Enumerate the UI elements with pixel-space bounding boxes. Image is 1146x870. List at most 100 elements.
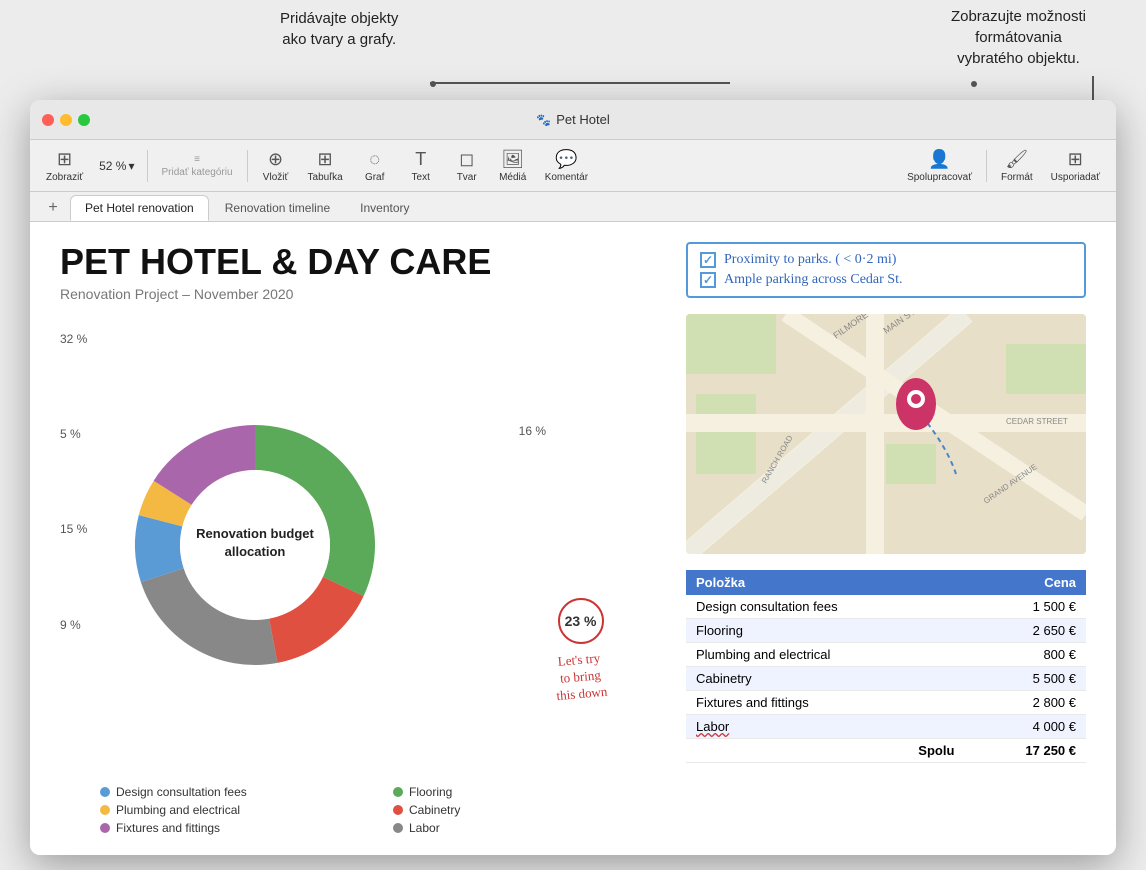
table-cell-price: 1 500 €: [964, 595, 1086, 619]
add-category-button[interactable]: ≡ Pridať kategóriu: [154, 150, 241, 182]
table-button[interactable]: ⊞ Tabuľka: [300, 145, 351, 187]
chart-label-15: 15 %: [60, 522, 87, 536]
window-title: 🐾 Pet Hotel: [536, 112, 609, 127]
checkmark-1: ✓: [703, 253, 713, 268]
legend-dot-cabinetry: [393, 805, 403, 815]
table-header-price: Cena: [964, 570, 1086, 595]
view-button[interactable]: ⊞ Zobraziť: [38, 145, 91, 187]
comment-button[interactable]: 💬 Komentár: [537, 145, 596, 187]
checkbox-2[interactable]: ✓: [700, 272, 716, 288]
table-cell-item: Flooring: [686, 619, 964, 643]
chart-label-16: 16 %: [519, 422, 546, 440]
media-button[interactable]: 🖼 Médiá: [491, 145, 535, 187]
right-panel: ✓ Proximity to parks. ( < 0·2 mi) ✓ Ampl…: [686, 242, 1086, 835]
chart-23-annotation: 23 % Let's tryto bringthis down: [555, 598, 606, 703]
insert-icon: ⊕: [268, 149, 283, 170]
chevron-down-icon: ▾: [128, 159, 134, 173]
titlebar: 🐾 Pet Hotel: [30, 100, 1116, 140]
legend-item-fixtures: Fixtures and fittings: [100, 821, 373, 835]
chart-area: 32 % 5 % 15 % 9 %: [60, 322, 666, 773]
collaborate-icon: 👤: [928, 149, 950, 170]
table-cell-item: Cabinetry: [686, 667, 964, 691]
organize-icon: ⊞: [1068, 149, 1083, 170]
donut-chart: Renovation budget allocation: [100, 390, 410, 705]
tab-pet-hotel-renovation[interactable]: Pet Hotel renovation: [70, 195, 209, 221]
annotation-center: Pridávajte objektyako tvary a grafy.: [280, 8, 398, 50]
svg-text:Renovation budget: Renovation budget: [196, 526, 314, 541]
document-subtitle: Renovation Project – November 2020: [60, 286, 666, 302]
legend-dot-fixtures: [100, 823, 110, 833]
insert-button[interactable]: ⊕ Vložiť: [254, 145, 298, 187]
zoom-control[interactable]: 52 % ▾: [93, 155, 140, 177]
organize-button[interactable]: ⊞ Usporiadať: [1043, 145, 1108, 187]
toolbar-separator-2: [247, 150, 248, 182]
table-total-value: 17 250 €: [964, 739, 1086, 763]
view-icon: ⊞: [57, 149, 72, 170]
table-row: Labor4 000 €: [686, 715, 1086, 739]
table-row: Design consultation fees1 500 €: [686, 595, 1086, 619]
format-icon: 🖌: [1005, 149, 1028, 170]
table-icon: ⊞: [318, 149, 333, 170]
table-total-label: Spolu: [686, 739, 964, 763]
table-cell-item: Design consultation fees: [686, 595, 964, 619]
chart-button[interactable]: ◌ Graf: [353, 145, 397, 187]
close-button[interactable]: [42, 114, 54, 126]
minimize-button[interactable]: [60, 114, 72, 126]
table-cell-price: 800 €: [964, 643, 1086, 667]
legend-item-design: Design consultation fees: [100, 785, 373, 799]
legend-dot-labor: [393, 823, 403, 833]
table-cell-item: Labor: [686, 715, 964, 739]
tab-renovation-timeline[interactable]: Renovation timeline: [211, 195, 344, 221]
table-row: Cabinetry5 500 €: [686, 667, 1086, 691]
document-title: PET HOTEL & DAY CARE: [60, 242, 666, 282]
table-row: Fixtures and fittings2 800 €: [686, 691, 1086, 715]
main-content: PET HOTEL & DAY CARE Renovation Project …: [30, 222, 1116, 855]
chart-label-32: 32 %: [60, 332, 87, 346]
map-image: FILMORE ST. MAIN STREET CEDAR STREET RAN…: [686, 314, 1086, 554]
shape-icon: ◻: [459, 149, 474, 170]
app-window: 🐾 Pet Hotel ⊞ Zobraziť 52 % ▾ ≡ Pridať k…: [30, 100, 1116, 855]
budget-table: Položka Cena Design consultation fees1 5…: [686, 570, 1086, 763]
traffic-lights: [42, 114, 90, 126]
tab-inventory[interactable]: Inventory: [346, 195, 423, 221]
table-cell-price: 2 800 €: [964, 691, 1086, 715]
annotation-dot-left: [430, 81, 436, 87]
shape-button[interactable]: ◻ Tvar: [445, 145, 489, 187]
checkbox-1[interactable]: ✓: [700, 252, 716, 268]
legend-item-cabinetry: Cabinetry: [393, 803, 666, 817]
legend-dot-plumbing: [100, 805, 110, 815]
comment-icon: 💬: [555, 149, 577, 170]
text-icon: T: [415, 149, 426, 170]
annotation-right: Zobrazujte možnostiformátovaniavybratého…: [951, 6, 1086, 69]
table-header-item: Položka: [686, 570, 964, 595]
svg-text:CEDAR STREET: CEDAR STREET: [1006, 417, 1068, 426]
chart-legend: Design consultation fees Flooring Plumbi…: [100, 785, 666, 835]
table-row: Plumbing and electrical800 €: [686, 643, 1086, 667]
legend-item-plumbing: Plumbing and electrical: [100, 803, 373, 817]
table-cell-price: 2 650 €: [964, 619, 1086, 643]
legend-dot-design: [100, 787, 110, 797]
title-icon: 🐾: [536, 113, 551, 127]
checkmark-2: ✓: [703, 273, 713, 288]
legend-item-flooring: Flooring: [393, 785, 666, 799]
chart-label-5: 5 %: [60, 427, 87, 441]
format-button[interactable]: 🖌 Formát: [993, 145, 1041, 187]
legend-dot-flooring: [393, 787, 403, 797]
maximize-button[interactable]: [78, 114, 90, 126]
table-cell-price: 5 500 €: [964, 667, 1086, 691]
add-category-icon: ≡: [194, 154, 200, 165]
table-cell-item: Fixtures and fittings: [686, 691, 964, 715]
table-row: Flooring2 650 €: [686, 619, 1086, 643]
checklist: ✓ Proximity to parks. ( < 0·2 mi) ✓ Ampl…: [686, 242, 1086, 298]
text-button[interactable]: T Text: [399, 145, 443, 187]
collaborate-button[interactable]: 👤 Spolupracovať: [899, 145, 980, 187]
checklist-item-2: ✓ Ample parking across Cedar St.: [700, 272, 1072, 288]
toolbar-separator-1: [147, 150, 148, 182]
annotation-dot-right: [971, 81, 977, 87]
table-cell-item: Plumbing and electrical: [686, 643, 964, 667]
legend-item-labor: Labor: [393, 821, 666, 835]
checklist-item-1: ✓ Proximity to parks. ( < 0·2 mi): [700, 252, 1072, 268]
table-cell-price: 4 000 €: [964, 715, 1086, 739]
add-tab-button[interactable]: +: [42, 197, 64, 219]
toolbar: ⊞ Zobraziť 52 % ▾ ≡ Pridať kategóriu ⊕ V…: [30, 140, 1116, 192]
